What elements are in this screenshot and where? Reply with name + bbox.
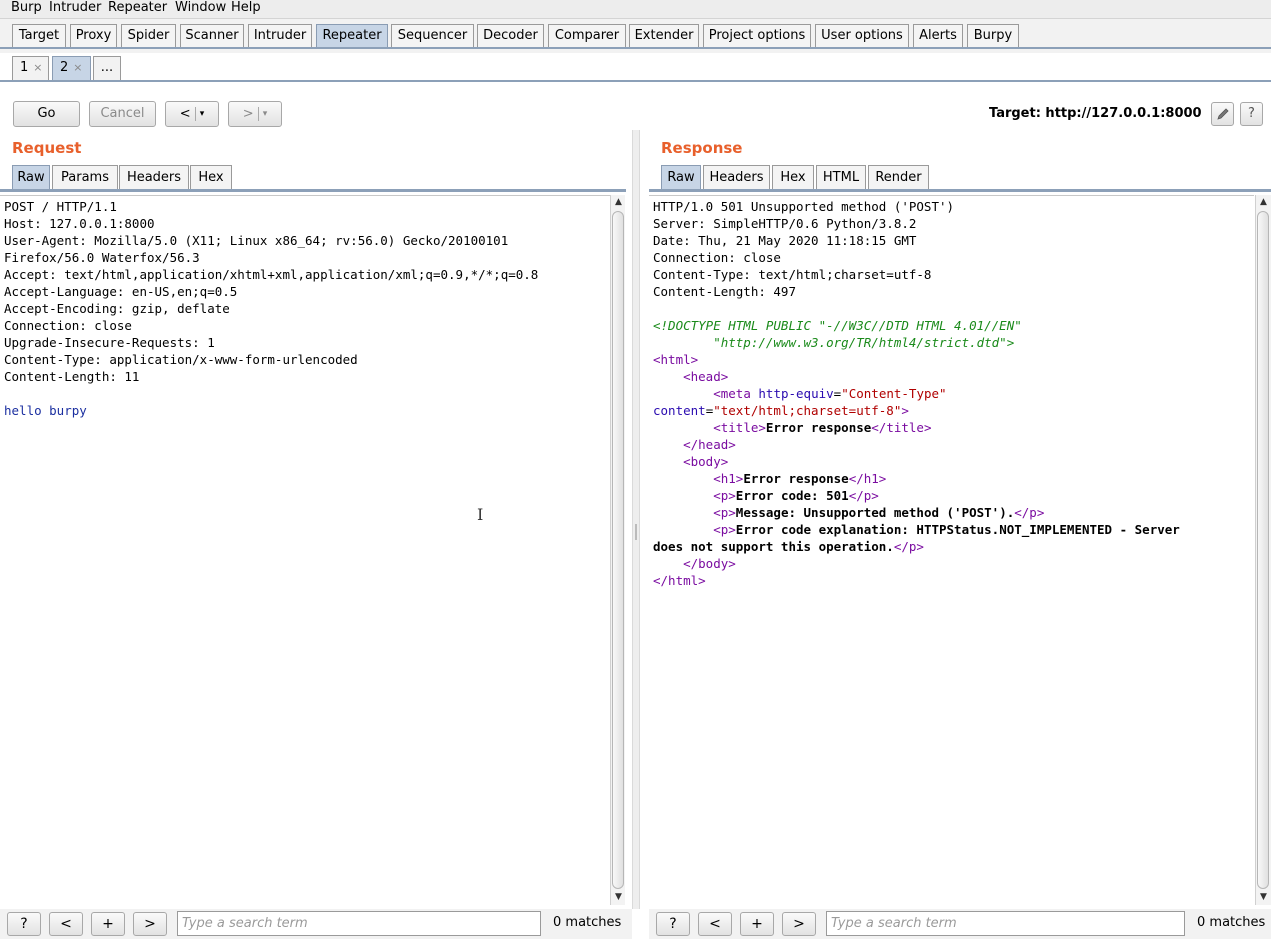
search-next-button[interactable]: > bbox=[782, 912, 816, 936]
search-add-button[interactable]: + bbox=[740, 912, 774, 936]
tab-proxy[interactable]: Proxy bbox=[70, 24, 117, 48]
response-tab-headers[interactable]: Headers bbox=[703, 165, 770, 190]
search-next-button[interactable]: > bbox=[133, 912, 167, 936]
menu-repeater[interactable]: Repeater bbox=[108, 0, 167, 16]
scroll-down-icon[interactable]: ▼ bbox=[1256, 890, 1271, 905]
scroll-up-icon[interactable]: ▲ bbox=[1256, 195, 1271, 210]
main-tab-rule bbox=[0, 47, 1271, 49]
cancel-button[interactable]: Cancel bbox=[89, 101, 156, 127]
tab-spider[interactable]: Spider bbox=[121, 24, 176, 48]
text-cursor-icon: I bbox=[477, 505, 484, 524]
response-tab-raw[interactable]: Raw bbox=[661, 165, 701, 190]
menu-bar: Burp Intruder Repeater Window Help bbox=[0, 0, 1271, 19]
divider bbox=[194, 107, 196, 121]
tab-target[interactable]: Target bbox=[12, 24, 66, 48]
request-search-bar: ? < + > Type a search term 0 matches bbox=[0, 909, 632, 939]
repeater-tab-bar: 1 × 2 × ... bbox=[0, 53, 1271, 85]
response-search-bar: ? < + > Type a search term 0 matches bbox=[649, 909, 1271, 939]
request-tab-hex[interactable]: Hex bbox=[190, 165, 232, 190]
menu-burp[interactable]: Burp bbox=[11, 0, 42, 16]
chevron-down-icon[interactable]: ▾ bbox=[200, 109, 205, 119]
scroll-thumb[interactable] bbox=[612, 211, 624, 889]
search-input[interactable]: Type a search term bbox=[826, 911, 1185, 936]
search-input[interactable]: Type a search term bbox=[177, 911, 541, 936]
target-label: Target: http://127.0.0.1:8000 bbox=[989, 106, 1202, 121]
tab-comparer[interactable]: Comparer bbox=[548, 24, 626, 48]
back-icon: < bbox=[179, 106, 191, 122]
close-icon[interactable]: × bbox=[33, 61, 42, 74]
search-help-button[interactable]: ? bbox=[7, 912, 41, 936]
repeater-tab-2[interactable]: 2 × bbox=[52, 56, 91, 81]
response-scrollbar[interactable]: ▲ ▼ bbox=[1255, 195, 1271, 905]
response-editor[interactable]: HTTP/1.0 501 Unsupported method ('POST')… bbox=[649, 195, 1254, 905]
response-title: Response bbox=[661, 139, 743, 157]
tab-project-options[interactable]: Project options bbox=[703, 24, 811, 48]
response-tab-rule bbox=[649, 189, 1271, 192]
response-tab-html[interactable]: HTML bbox=[816, 165, 866, 190]
request-tab-params[interactable]: Params bbox=[52, 165, 118, 190]
search-match-count: 0 matches bbox=[1197, 915, 1266, 930]
tab-intruder[interactable]: Intruder bbox=[248, 24, 312, 48]
search-match-count: 0 matches bbox=[553, 915, 622, 930]
request-scrollbar[interactable]: ▲ ▼ bbox=[610, 195, 625, 905]
response-tab-hex[interactable]: Hex bbox=[772, 165, 814, 190]
splitter-grip[interactable] bbox=[635, 524, 637, 540]
close-icon[interactable]: × bbox=[73, 61, 82, 74]
back-button[interactable]: < ▾ bbox=[165, 101, 219, 127]
tab-sequencer[interactable]: Sequencer bbox=[391, 24, 474, 48]
tab-alerts[interactable]: Alerts bbox=[913, 24, 963, 48]
go-button[interactable]: Go bbox=[13, 101, 80, 127]
forward-button[interactable]: > ▾ bbox=[228, 101, 282, 127]
new-tab-button[interactable]: ... bbox=[93, 56, 121, 81]
sub-tab-rule bbox=[0, 80, 1271, 82]
menu-window[interactable]: Window bbox=[175, 0, 226, 16]
help-button[interactable]: ? bbox=[1240, 102, 1263, 126]
divider bbox=[257, 107, 259, 121]
tab-decoder[interactable]: Decoder bbox=[477, 24, 544, 48]
tab-extender[interactable]: Extender bbox=[629, 24, 699, 48]
scroll-down-icon[interactable]: ▼ bbox=[611, 890, 626, 905]
edit-target-button[interactable] bbox=[1211, 102, 1234, 126]
menu-help[interactable]: Help bbox=[231, 0, 261, 16]
request-body: hello burpy bbox=[4, 403, 87, 418]
main-tab-bar: Target Proxy Spider Scanner Intruder Rep… bbox=[0, 19, 1271, 53]
pane-splitter[interactable] bbox=[632, 130, 640, 909]
pencil-icon bbox=[1216, 108, 1229, 120]
request-editor[interactable]: POST / HTTP/1.1 Host: 127.0.0.1:8000 Use… bbox=[0, 195, 610, 905]
search-prev-button[interactable]: < bbox=[49, 912, 83, 936]
tab-burpy[interactable]: Burpy bbox=[967, 24, 1019, 48]
tab-repeater[interactable]: Repeater bbox=[316, 24, 388, 48]
menu-intruder[interactable]: Intruder bbox=[49, 0, 101, 16]
request-tab-headers[interactable]: Headers bbox=[119, 165, 189, 190]
response-tab-render[interactable]: Render bbox=[868, 165, 929, 190]
chevron-down-icon[interactable]: ▾ bbox=[263, 109, 268, 119]
repeater-tab-label: 1 bbox=[20, 60, 29, 75]
repeater-tab-label: 2 bbox=[60, 60, 69, 75]
scroll-thumb[interactable] bbox=[1257, 211, 1269, 889]
search-add-button[interactable]: + bbox=[91, 912, 125, 936]
search-prev-button[interactable]: < bbox=[698, 912, 732, 936]
search-help-button[interactable]: ? bbox=[656, 912, 690, 936]
scroll-up-icon[interactable]: ▲ bbox=[611, 195, 626, 210]
request-title: Request bbox=[12, 139, 82, 157]
request-tab-rule bbox=[0, 189, 626, 192]
forward-icon: > bbox=[242, 106, 254, 122]
repeater-tab-1[interactable]: 1 × bbox=[12, 56, 49, 81]
tab-user-options[interactable]: User options bbox=[815, 24, 909, 48]
tab-scanner[interactable]: Scanner bbox=[180, 24, 244, 48]
response-text[interactable]: HTTP/1.0 501 Unsupported method ('POST')… bbox=[649, 196, 1254, 589]
request-tab-raw[interactable]: Raw bbox=[12, 165, 50, 190]
request-text[interactable]: POST / HTTP/1.1 Host: 127.0.0.1:8000 Use… bbox=[0, 196, 610, 419]
